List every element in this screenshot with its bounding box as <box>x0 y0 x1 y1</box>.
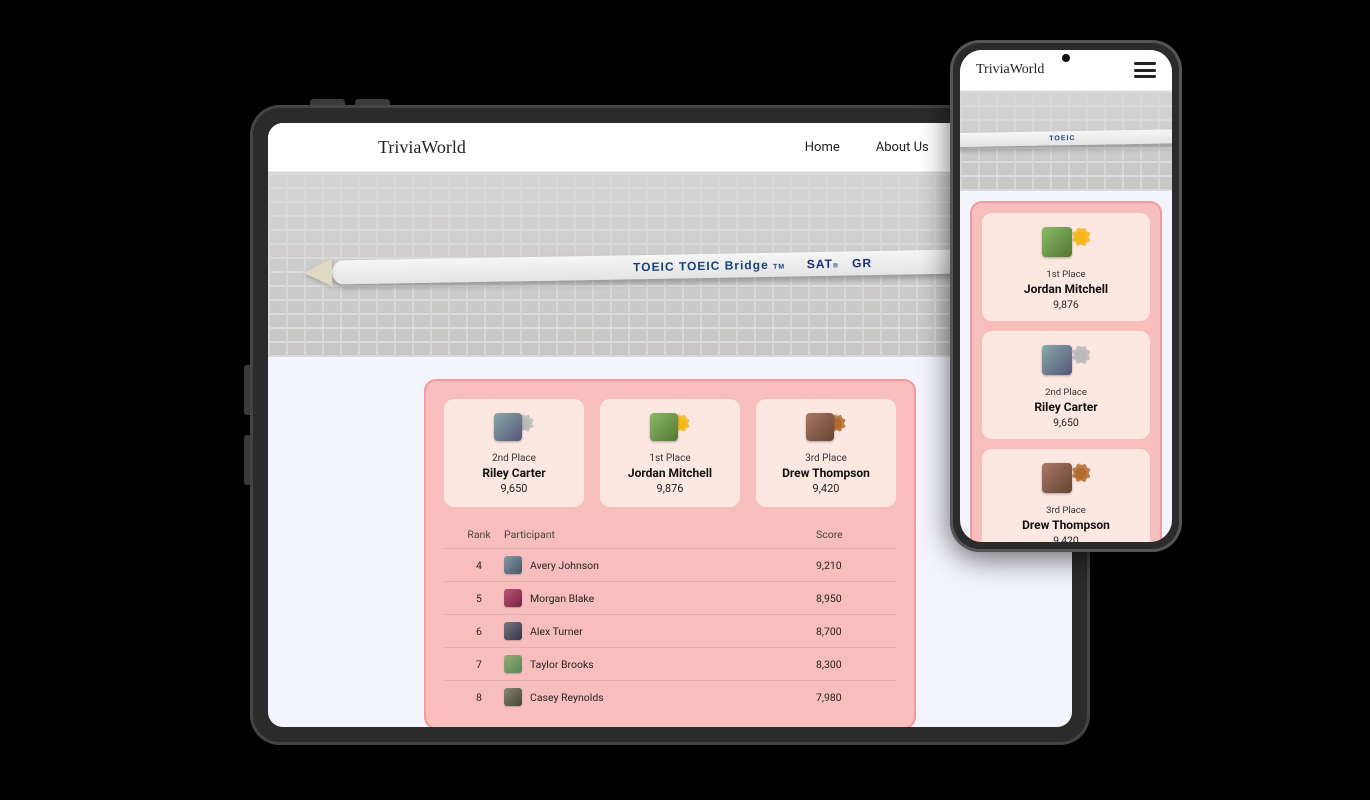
table-row[interactable]: 6 Alex Turner 8,700 <box>444 614 896 647</box>
phone-screen: TriviaWorld TOEIC 1st Place Jordan Mitch… <box>960 50 1172 542</box>
leaderboard-panel: 1st Place Jordan Mitchell 9,876 2nd Plac… <box>970 201 1162 542</box>
pencil-text: TOEIC <box>1049 135 1075 142</box>
tablet-side-buttons <box>244 365 250 485</box>
brand-logo[interactable]: TriviaWorld <box>976 62 1044 78</box>
podium-card-2nd[interactable]: 2nd Place Riley Carter 9,650 <box>444 399 584 507</box>
avatar <box>504 622 522 640</box>
avatar <box>494 413 522 441</box>
cell-rank: 4 <box>454 559 504 572</box>
place-label: 1st Place <box>988 269 1144 280</box>
table-row[interactable]: 7 Taylor Brooks 8,300 <box>444 647 896 680</box>
cell-participant: Alex Turner <box>530 625 583 638</box>
podium-card-1st[interactable]: 1st Place Jordan Mitchell 9,876 <box>982 213 1150 321</box>
cell-participant: Casey Reynolds <box>530 691 604 704</box>
col-participant: Participant <box>504 528 816 541</box>
col-rank: Rank <box>454 528 504 541</box>
winner-name: Riley Carter <box>450 466 578 480</box>
podium-card-2nd[interactable]: 2nd Place Riley Carter 9,650 <box>982 331 1150 439</box>
cell-rank: 5 <box>454 592 504 605</box>
place-label: 3rd Place <box>762 453 890 464</box>
place-label: 2nd Place <box>988 387 1144 398</box>
cell-participant: Morgan Blake <box>530 592 594 605</box>
podium-card-3rd[interactable]: 3rd Place Drew Thompson 9,420 <box>982 449 1150 542</box>
winner-name: Jordan Mitchell <box>988 282 1144 296</box>
hamburger-menu-icon[interactable] <box>1134 62 1156 78</box>
avatar <box>504 688 522 706</box>
cell-participant: Avery Johnson <box>530 559 599 572</box>
winner-score: 9,420 <box>988 534 1144 542</box>
podium-card-3rd[interactable]: 3rd Place Drew Thompson 9,420 <box>756 399 896 507</box>
cell-score: 9,210 <box>816 559 886 572</box>
winner-name: Drew Thompson <box>988 518 1144 532</box>
cell-score: 8,950 <box>816 592 886 605</box>
winner-name: Riley Carter <box>988 400 1144 414</box>
winner-score: 9,650 <box>988 416 1144 429</box>
pencil-text: TOEIC TOEIC Bridge TM SAT® GR <box>633 256 872 274</box>
phone-camera <box>1062 54 1070 62</box>
cell-score: 8,700 <box>816 625 886 638</box>
place-label: 3rd Place <box>988 505 1144 516</box>
table-row[interactable]: 4 Avery Johnson 9,210 <box>444 548 896 581</box>
winner-name: Drew Thompson <box>762 466 890 480</box>
top3-row: 2nd Place Riley Carter 9,650 1st Place J… <box>444 399 896 507</box>
col-score: Score <box>816 528 886 541</box>
winner-score: 9,876 <box>988 298 1144 311</box>
cell-score: 8,300 <box>816 658 886 671</box>
cell-rank: 7 <box>454 658 504 671</box>
place-label: 2nd Place <box>450 453 578 464</box>
cell-rank: 6 <box>454 625 504 638</box>
cell-participant: Taylor Brooks <box>530 658 594 671</box>
avatar <box>504 655 522 673</box>
cell-score: 7,980 <box>816 691 886 704</box>
table-row[interactable]: 5 Morgan Blake 8,950 <box>444 581 896 614</box>
nav-about[interactable]: About Us <box>876 140 929 155</box>
phone-frame: TriviaWorld TOEIC 1st Place Jordan Mitch… <box>950 40 1182 552</box>
winner-score: 9,650 <box>450 482 578 495</box>
winner-name: Jordan Mitchell <box>606 466 734 480</box>
phone-hero: TOEIC <box>960 91 1172 191</box>
cell-rank: 8 <box>454 691 504 704</box>
table-header: Rank Participant Score <box>444 521 896 548</box>
avatar <box>504 556 522 574</box>
avatar <box>1042 227 1072 257</box>
avatar <box>806 413 834 441</box>
leaderboard-panel: 2nd Place Riley Carter 9,650 1st Place J… <box>424 379 916 727</box>
podium-card-1st[interactable]: 1st Place Jordan Mitchell 9,876 <box>600 399 740 507</box>
avatar <box>1042 463 1072 493</box>
avatar <box>650 413 678 441</box>
table-row[interactable]: 8 Casey Reynolds 7,980 <box>444 680 896 713</box>
nav-home[interactable]: Home <box>805 140 840 155</box>
winner-score: 9,420 <box>762 482 890 495</box>
tablet-top-buttons <box>310 99 390 105</box>
avatar <box>1042 345 1072 375</box>
winner-score: 9,876 <box>606 482 734 495</box>
place-label: 1st Place <box>606 453 734 464</box>
brand-logo[interactable]: TriviaWorld <box>378 137 466 158</box>
leaderboard-table: Rank Participant Score 4 Avery Johnson 9… <box>444 521 896 713</box>
avatar <box>504 589 522 607</box>
